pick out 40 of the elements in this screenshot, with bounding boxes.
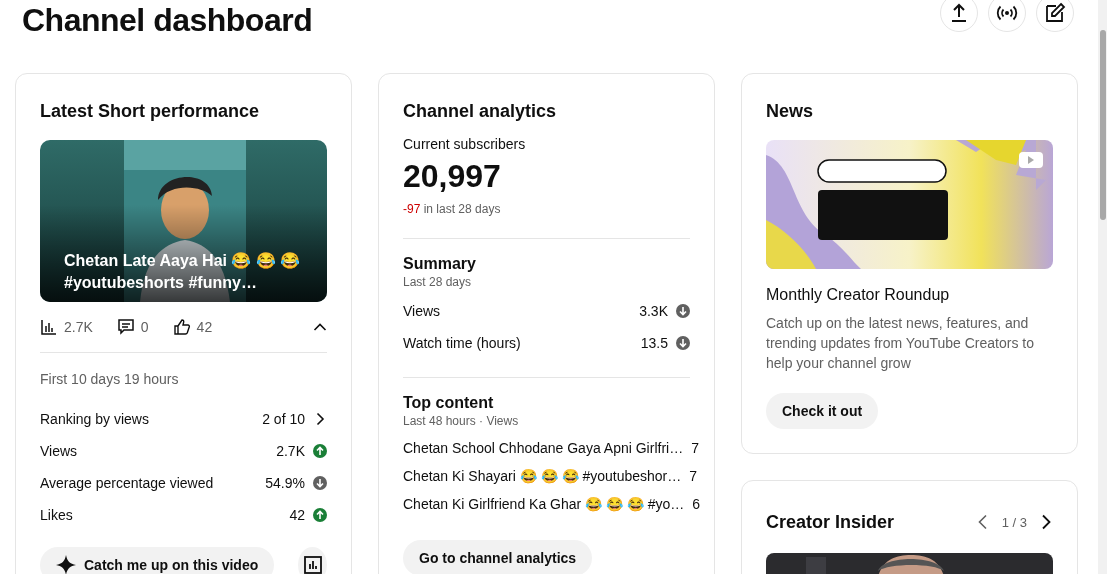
metric-value: 13.5 (640, 335, 668, 351)
page-indicator: 1 / 3 (1001, 514, 1027, 530)
metric-value: 2.7K (276, 443, 305, 459)
stat-value: 0 (140, 319, 149, 335)
video-title[interactable]: Chetan Ki Girlfriend Ka Ghar 😂 😂 😂 #yo… (403, 496, 685, 512)
news-description: Catch up on the latest news, features, and trending updates from YouTube Creators to help your channel grow (766, 314, 1035, 373)
subscriber-count: 20,997 (403, 157, 502, 196)
period-label: First 10 days 19 hours (40, 371, 180, 387)
metric-value: 42 (289, 507, 305, 523)
view-count: 6 (692, 496, 701, 512)
check-it-out-button[interactable]: Check it out (766, 393, 879, 429)
card-title: Creator Insider (766, 511, 895, 534)
catch-up-button[interactable]: Catch me up on this video (40, 547, 275, 574)
section-title: Top content (403, 393, 495, 413)
view-count: 7 (689, 468, 698, 484)
channel-analytics-button[interactable]: Go to channel analytics (403, 540, 593, 574)
page-title: Channel dashboard (22, 1, 313, 40)
metric-label: Ranking by views (40, 411, 149, 427)
metric-label: Average percentage viewed (40, 475, 214, 491)
card-title: Latest Short performance (40, 100, 261, 123)
card-title: News (766, 100, 815, 123)
metric-label: Views (403, 303, 441, 319)
subscribers-label: Current subscribers (403, 136, 527, 152)
period-label: Last 28 days (403, 275, 473, 289)
view-count: 7 (691, 440, 699, 456)
news-title[interactable]: Monthly Creator Roundup (766, 283, 1053, 307)
metric-label: Likes (40, 507, 73, 523)
video-title[interactable]: Chetan Ki Shayari 😂 😂 😂 #youtubeshor… (403, 468, 682, 484)
stat-value: 2.7K (64, 319, 93, 335)
metric-label: Watch time (hours) (403, 335, 521, 351)
section-title: Summary (403, 254, 477, 274)
period-label: Last 48 hours · Views (403, 414, 520, 428)
metric-value: 2 of 10 (262, 411, 305, 427)
subscriber-change: -97 in last 28 days (403, 202, 502, 216)
stat-value: 42 (196, 319, 213, 335)
metric-value: 3.3K (639, 303, 668, 319)
card-title: Channel analytics (403, 100, 558, 123)
metric-value: 54.9% (265, 475, 305, 491)
video-title[interactable]: Chetan School Chhodane Gaya Apni Girlfri… (403, 440, 684, 456)
metric-label: Views (40, 443, 78, 459)
